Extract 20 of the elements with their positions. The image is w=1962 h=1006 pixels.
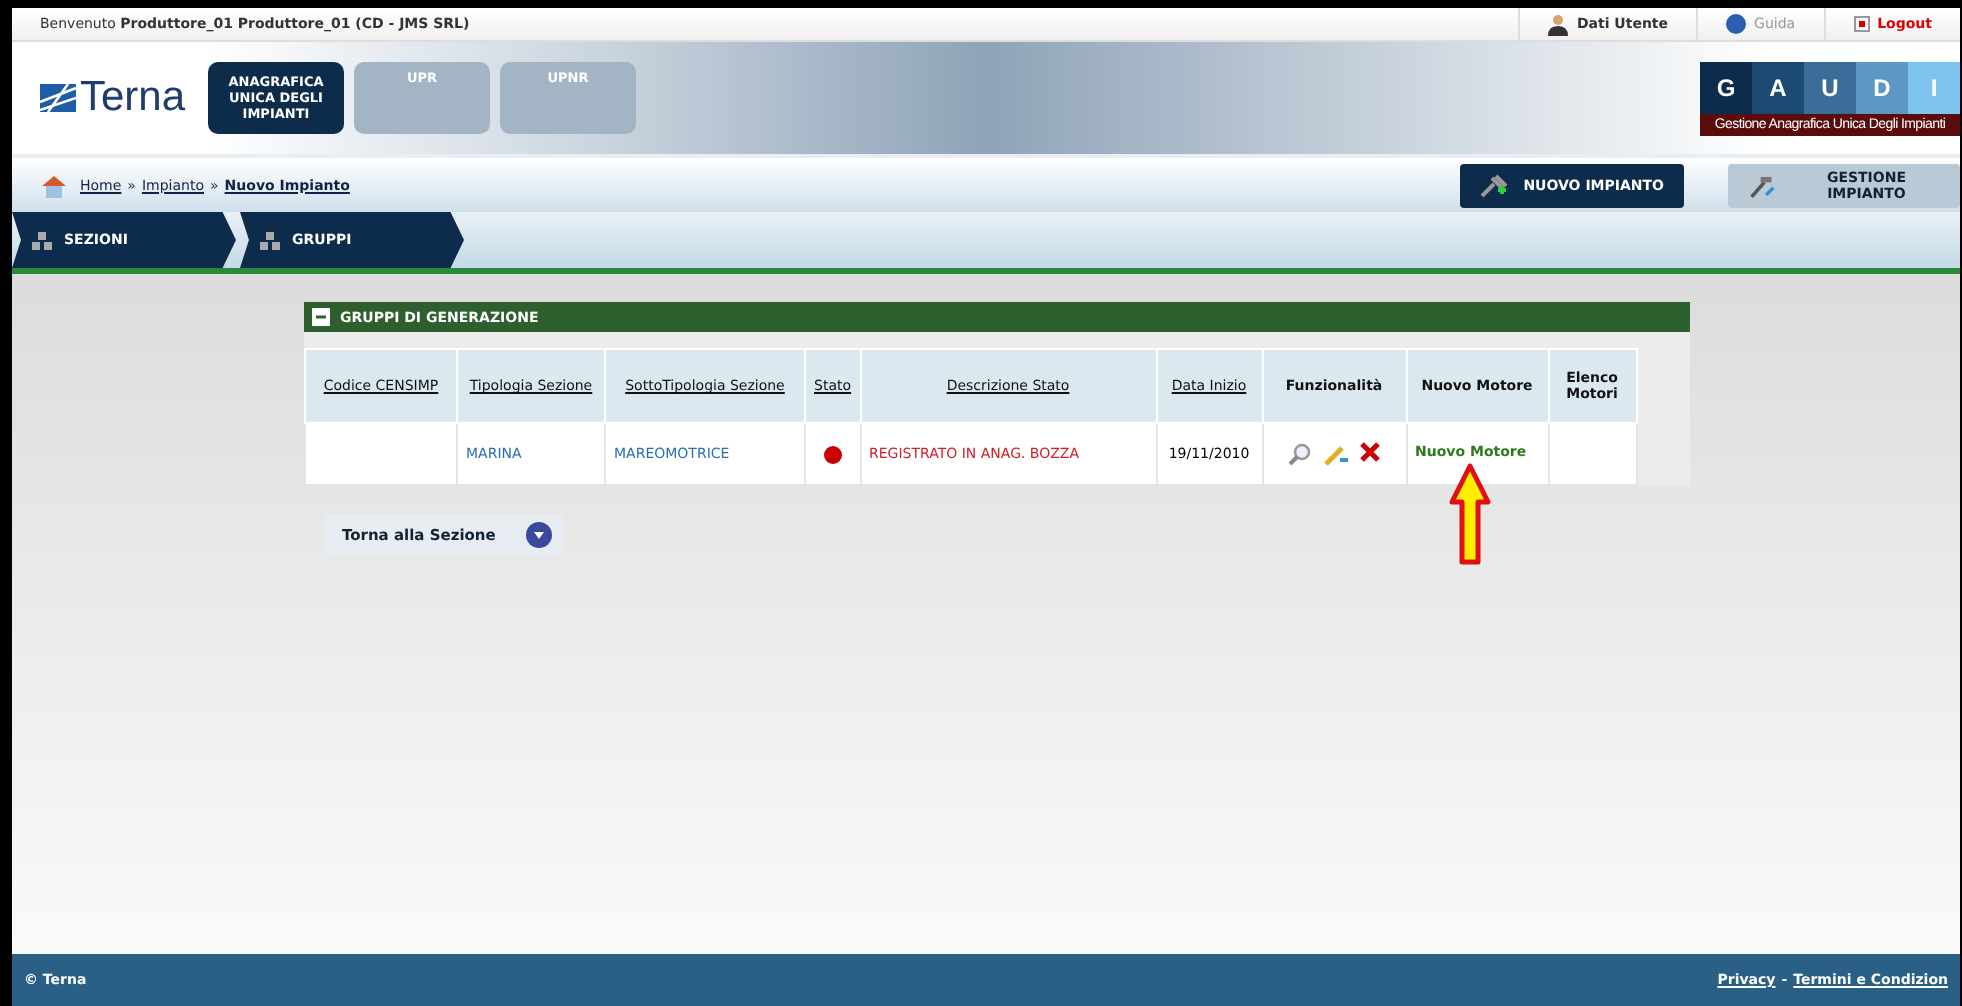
delete-icon[interactable] [1360, 442, 1381, 462]
chevron-down-icon [526, 522, 552, 548]
blocks-icon [260, 231, 280, 249]
brand-letter: U [1804, 61, 1856, 113]
collapse-icon[interactable] [312, 308, 330, 326]
up-arrow-icon [1448, 462, 1492, 566]
tools-icon [1748, 171, 1777, 199]
brand-letter: A [1752, 61, 1804, 113]
brand-letter: D [1856, 61, 1908, 113]
blocks-icon [32, 231, 52, 249]
logout-icon [1853, 16, 1870, 32]
brand-letter: G [1700, 61, 1752, 113]
terna-logo-icon [40, 84, 76, 112]
plug-icon [1479, 173, 1508, 197]
brand-letter: I [1908, 61, 1960, 113]
search-icon[interactable] [1288, 442, 1313, 466]
pencil-icon[interactable] [1324, 442, 1349, 466]
home-icon[interactable] [40, 173, 68, 197]
user-icon [1548, 13, 1569, 35]
logo-text: Terna [80, 74, 186, 122]
